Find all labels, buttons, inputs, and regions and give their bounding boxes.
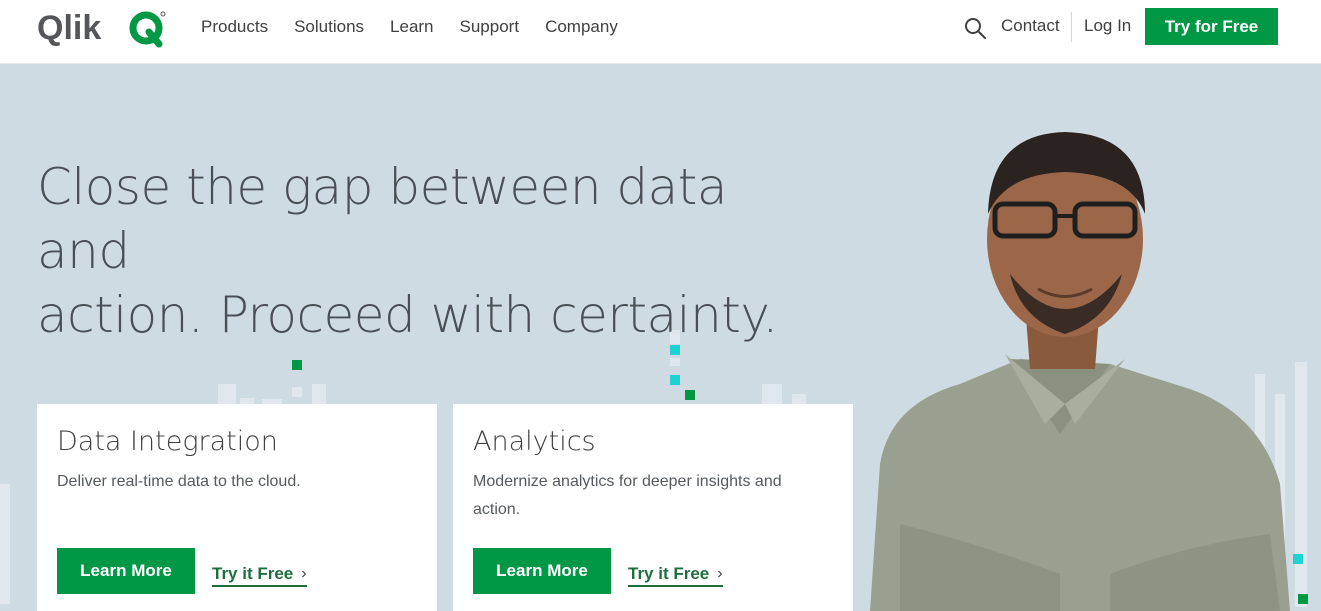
analytics-card: Analytics Modernize analytics for deeper… bbox=[453, 404, 853, 611]
main-nav: Products Solutions Learn Support Company bbox=[201, 0, 644, 54]
card-title: Analytics bbox=[473, 426, 596, 457]
chevron-right-icon: › bbox=[717, 565, 723, 582]
login-link[interactable]: Log In bbox=[1084, 16, 1131, 36]
try-it-free-link[interactable]: Try it Free › bbox=[628, 564, 723, 587]
contact-link[interactable]: Contact bbox=[1001, 16, 1060, 36]
hero-headline: Close the gap between data and action. P… bbox=[37, 155, 797, 347]
hero-headline-line2: action. Proceed with certainty. bbox=[37, 286, 778, 344]
data-integration-card: Data Integration Deliver real-time data … bbox=[37, 404, 437, 611]
learn-more-button[interactable]: Learn More bbox=[57, 548, 195, 594]
hero-person-image bbox=[870, 132, 1290, 611]
site-header: Qlik Products Solutions Learn Support Co… bbox=[0, 0, 1321, 64]
try-it-free-label: Try it Free bbox=[212, 564, 294, 583]
nav-solutions[interactable]: Solutions bbox=[294, 17, 364, 37]
qlik-logo-graphic: Qlik bbox=[37, 9, 166, 48]
try-for-free-button[interactable]: Try for Free bbox=[1145, 8, 1278, 45]
chevron-right-icon: › bbox=[301, 565, 307, 582]
logo-wordmark: Qlik bbox=[37, 10, 101, 47]
card-description: Modernize analytics for deeper insights … bbox=[473, 473, 782, 518]
card-description: Deliver real-time data to the cloud. bbox=[57, 473, 301, 490]
learn-more-button[interactable]: Learn More bbox=[473, 548, 611, 594]
nav-products[interactable]: Products bbox=[201, 17, 268, 37]
try-it-free-label: Try it Free bbox=[628, 564, 710, 583]
nav-support[interactable]: Support bbox=[460, 17, 520, 37]
card-title: Data Integration bbox=[57, 426, 278, 457]
try-it-free-link[interactable]: Try it Free › bbox=[212, 564, 307, 587]
hero-headline-line1: Close the gap between data and bbox=[37, 158, 728, 280]
hero-section: Close the gap between data and action. P… bbox=[0, 64, 1321, 611]
nav-company[interactable]: Company bbox=[545, 17, 618, 37]
qlik-logo[interactable]: Qlik bbox=[37, 9, 167, 48]
search-icon[interactable] bbox=[963, 16, 987, 40]
header-divider bbox=[1071, 12, 1072, 42]
nav-learn[interactable]: Learn bbox=[390, 17, 433, 37]
